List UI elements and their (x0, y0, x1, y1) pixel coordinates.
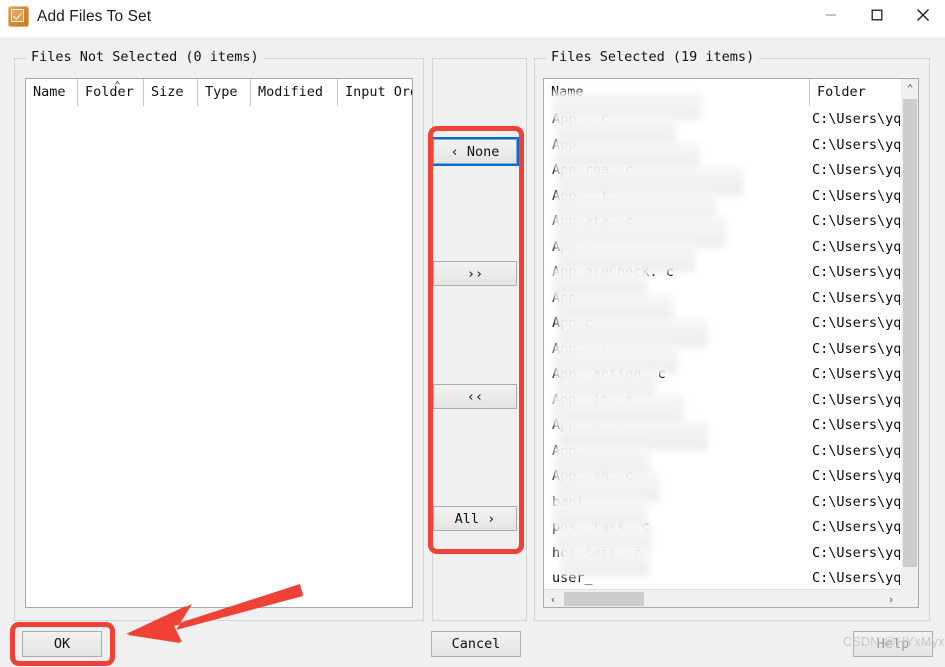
table-row[interactable]: App - C:\Users\yq_ (544, 235, 918, 261)
file-name-cell: pos _task. c (552, 519, 650, 535)
title-bar: Add Files To Set (0, 0, 945, 37)
column-header-size[interactable]: Size (144, 79, 198, 106)
files-not-selected-title: Files Not Selected (0 items) (26, 49, 264, 65)
table-row[interactable]: App. C:\Users\yq_ (544, 439, 918, 465)
file-name-cell: App. (552, 442, 585, 459)
table-row[interactable]: App C:\Users\yq_ (544, 286, 918, 312)
left-list-header: Name Folder ⌃ Size Type Modified Input O… (26, 79, 412, 106)
maximize-button[interactable] (854, 0, 899, 30)
table-row[interactable]: App. -- C:\Users\yq_ (544, 337, 918, 363)
select-none-button[interactable]: ‹ None (431, 137, 519, 166)
table-row[interactable]: App gleCheck. c C:\Users\yq_ (544, 260, 918, 286)
table-row[interactable]: hos cess. c C:\Users\yq_ (544, 541, 918, 567)
horizontal-scroll-thumb[interactable] (564, 592, 644, 606)
move-right-button[interactable]: ›› (433, 261, 517, 286)
file-name-cell: App ata. c (552, 213, 634, 229)
table-row[interactable]: banl C:\Users\yq_ (544, 490, 918, 516)
file-name-cell: App (552, 289, 577, 306)
table-row[interactable]: App. action. c C:\Users\yq_ (544, 362, 918, 388)
column-header-modified[interactable]: Modified (251, 79, 338, 106)
column-header-type[interactable]: Type (198, 79, 251, 106)
files-selected-list[interactable]: Name Folder App . c C:\Users\yq_ App C:\Use… (543, 78, 919, 608)
table-row[interactable]: App_ it. c C:\Users\yq_ (544, 388, 918, 414)
vertical-scroll-thumb[interactable] (903, 99, 917, 567)
table-row[interactable]: App. sh. c C:\Users\yq_ (544, 464, 918, 490)
move-left-button[interactable]: ‹‹ (433, 384, 517, 409)
scroll-left-icon[interactable]: ‹ (544, 590, 562, 607)
file-name-cell: App gleCheck. c (552, 264, 674, 280)
file-name-cell: App. s. c (552, 417, 626, 433)
table-row[interactable]: user_ C:\Users\yq_ (544, 566, 918, 592)
close-button[interactable] (900, 0, 945, 30)
file-name-cell: App. action. c (552, 366, 666, 382)
table-row[interactable]: App ..t. C:\Users\yq_ (544, 184, 918, 210)
file-name-cell: App c (552, 315, 593, 331)
minimize-button[interactable] (808, 0, 853, 30)
checkbox-orange-icon (8, 6, 29, 27)
file-name-cell: App rea. c (552, 162, 634, 178)
file-name-cell: banl (552, 493, 585, 510)
file-name-cell: App. -- (552, 340, 609, 357)
right-list-header: Name Folder (544, 79, 918, 106)
column-header-input-order[interactable]: Input Order (338, 79, 412, 106)
horizontal-scrollbar[interactable]: ‹ › (544, 589, 918, 607)
vertical-scrollbar[interactable]: ⌃ ⌄ (900, 79, 918, 607)
help-button[interactable]: Help (853, 631, 933, 657)
select-all-button[interactable]: All › (433, 506, 517, 531)
table-row[interactable]: App rea. c C:\Users\yq_ (544, 158, 918, 184)
column-header-folder[interactable]: Folder (810, 79, 902, 106)
table-row[interactable]: pos _task. c C:\Users\yq_ (544, 515, 918, 541)
cancel-button[interactable]: Cancel (431, 631, 521, 657)
column-header-folder[interactable]: Folder (78, 79, 144, 106)
files-selected-title: Files Selected (19 items) (546, 49, 760, 65)
file-name-cell: hos cess. c (552, 544, 642, 561)
scrollbar-corner (900, 589, 918, 607)
add-files-to-set-dialog: Add Files To Set Files Not Selected (0 i… (0, 0, 945, 667)
table-row[interactable]: App C:\Users\yq_ (544, 133, 918, 159)
ok-button[interactable]: OK (22, 631, 102, 657)
file-name-cell: App (552, 136, 577, 153)
table-row[interactable]: App . c C:\Users\yq_ (544, 107, 918, 133)
table-row[interactable]: App c C:\Users\yq_ (544, 311, 918, 337)
scroll-right-icon[interactable]: › (882, 590, 900, 607)
file-name-cell: App. sh. c (552, 468, 634, 484)
scroll-up-icon[interactable]: ⌃ (901, 79, 918, 97)
column-header-name[interactable]: Name (544, 79, 810, 106)
table-row[interactable]: App. s. c C:\Users\yq_ (544, 413, 918, 439)
table-row[interactable]: App ata. c C:\Users\yq_ (544, 209, 918, 235)
file-name-cell: user_ (552, 570, 593, 586)
files-not-selected-list[interactable]: Name Folder ⌃ Size Type Modified Input O… (25, 78, 413, 608)
sort-caret-icon: ⌃ (114, 79, 121, 92)
column-header-name[interactable]: Name (26, 79, 78, 106)
file-name-cell: App . c (552, 111, 609, 127)
file-name-cell: App_ it. c (552, 391, 634, 408)
window-title: Add Files To Set (37, 8, 152, 25)
file-name-cell: App ..t. (552, 187, 618, 204)
file-name-cell: App - (552, 238, 593, 255)
